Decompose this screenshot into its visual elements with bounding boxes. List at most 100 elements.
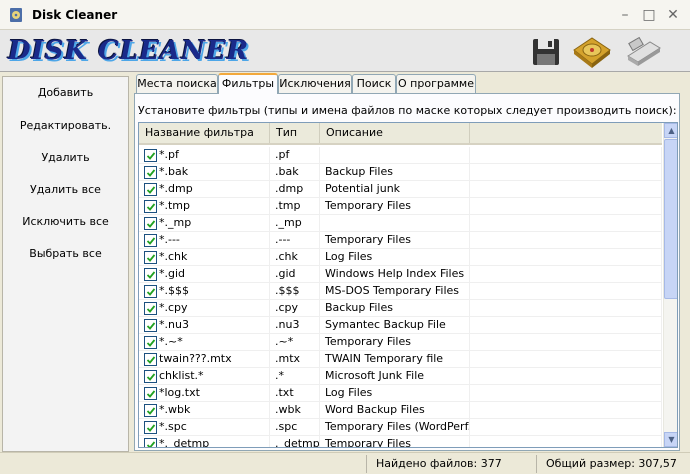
filter-name-cell: *.$$$ <box>139 283 270 300</box>
save-icon[interactable] <box>528 34 564 70</box>
filter-checkbox[interactable] <box>144 234 157 247</box>
filter-type: .* <box>270 368 320 385</box>
table-row[interactable]: *.tmp .tmp Temporary Files <box>139 198 662 215</box>
filter-name: *.--- <box>159 233 180 246</box>
tab-exclusions[interactable]: Исключения <box>278 74 352 93</box>
table-row[interactable]: *.chk .chk Log Files <box>139 249 662 266</box>
disk-icon[interactable] <box>570 34 612 70</box>
filter-description <box>320 215 470 232</box>
delete-all-button[interactable]: Удалить все <box>3 179 128 201</box>
scroll-down-icon[interactable]: ▼ <box>664 432 677 447</box>
table-row[interactable]: *.spc .spc Temporary Files (WordPerf... <box>139 419 662 436</box>
column-header-name[interactable]: Название фильтра <box>139 123 270 143</box>
filter-checkbox[interactable] <box>144 183 157 196</box>
filter-empty-cell <box>470 266 662 283</box>
filter-name-cell: *._mp <box>139 215 270 232</box>
exclude-all-button[interactable]: Исключить все <box>3 211 128 233</box>
instruction-text: Установите фильтры (типы и имена файлов … <box>138 104 677 117</box>
filter-checkbox[interactable] <box>144 353 157 366</box>
table-row[interactable]: twain???.mtx .mtx TWAIN Temporary file <box>139 351 662 368</box>
tab-search-locations[interactable]: Места поиска <box>136 74 218 93</box>
table-row[interactable]: *.cpy .cpy Backup Files <box>139 300 662 317</box>
sidebar: Добавить Редактировать. Удалить Удалить … <box>2 76 129 452</box>
filter-description: Temporary Files <box>320 232 470 249</box>
filter-name: *.~* <box>159 335 183 348</box>
filter-type: .txt <box>270 385 320 402</box>
table-row[interactable]: *.~* .~* Temporary Files <box>139 334 662 351</box>
filter-type: .~* <box>270 334 320 351</box>
table-row[interactable]: *._detmp ._detmp Temporary Files <box>139 436 662 447</box>
filter-name-cell: *.dmp <box>139 181 270 198</box>
vertical-scrollbar[interactable]: ▲ ▼ <box>663 123 677 447</box>
filter-checkbox[interactable] <box>144 319 157 332</box>
filter-empty-cell <box>470 181 662 198</box>
filter-checkbox[interactable] <box>144 370 157 383</box>
filter-checkbox[interactable] <box>144 285 157 298</box>
filter-checkbox[interactable] <box>144 404 157 417</box>
filter-description <box>320 147 470 164</box>
filter-name: *._mp <box>159 216 192 229</box>
app-logo: DISK CLEANER <box>8 36 250 66</box>
filter-checkbox[interactable] <box>144 251 157 264</box>
tab-search[interactable]: Поиск <box>352 74 396 93</box>
filter-description: Windows Help Index Files <box>320 266 470 283</box>
column-header-description[interactable]: Описание <box>320 123 470 143</box>
app-icon <box>10 8 22 22</box>
table-row[interactable]: *.gid .gid Windows Help Index Files <box>139 266 662 283</box>
usb-drive-icon[interactable] <box>622 34 664 70</box>
list-header: Название фильтра Тип Описание <box>139 123 662 145</box>
filter-description: TWAIN Temporary file <box>320 351 470 368</box>
filter-name-cell: chklist.* <box>139 368 270 385</box>
filter-empty-cell <box>470 317 662 334</box>
delete-button[interactable]: Удалить <box>3 147 128 169</box>
scroll-up-icon[interactable]: ▲ <box>664 123 677 138</box>
tab-filters[interactable]: Фильтры <box>218 73 278 94</box>
filter-checkbox[interactable] <box>144 268 157 281</box>
status-separator <box>366 455 367 473</box>
table-row[interactable]: *.wbk .wbk Word Backup Files <box>139 402 662 419</box>
table-row[interactable]: *._mp ._mp <box>139 215 662 232</box>
filter-type: .cpy <box>270 300 320 317</box>
filter-name: *.$$$ <box>159 284 189 297</box>
filter-empty-cell <box>470 419 662 436</box>
filter-type: .pf <box>270 147 320 164</box>
filter-checkbox[interactable] <box>144 200 157 213</box>
filter-checkbox[interactable] <box>144 302 157 315</box>
table-row[interactable]: *.$$$ .$$$ MS-DOS Temporary Files <box>139 283 662 300</box>
table-row[interactable]: *.dmp .dmp Potential junk <box>139 181 662 198</box>
status-bar: Найдено файлов: 377 Общий размер: 307,57 <box>0 452 690 474</box>
select-all-button[interactable]: Выбрать все <box>3 243 128 265</box>
minimize-icon[interactable]: – <box>616 6 634 24</box>
title-bar: Disk Cleaner – □ ✕ <box>0 0 690 30</box>
tab-about[interactable]: О программе <box>396 74 476 93</box>
table-row[interactable]: chklist.* .* Microsoft Junk File <box>139 368 662 385</box>
edit-button[interactable]: Редактировать. <box>3 115 128 137</box>
table-row[interactable]: *log.txt .txt Log Files <box>139 385 662 402</box>
table-row[interactable]: *.nu3 .nu3 Symantec Backup File <box>139 317 662 334</box>
table-row[interactable]: *.bak .bak Backup Files <box>139 164 662 181</box>
filter-name-cell: *._detmp <box>139 436 270 447</box>
filter-checkbox[interactable] <box>144 149 157 162</box>
add-button[interactable]: Добавить <box>3 82 128 104</box>
scroll-thumb[interactable] <box>664 139 677 299</box>
filter-checkbox[interactable] <box>144 438 157 447</box>
filter-empty-cell <box>470 368 662 385</box>
filter-name: *.gid <box>159 267 186 280</box>
filter-checkbox[interactable] <box>144 166 157 179</box>
table-row[interactable]: *.--- .--- Temporary Files <box>139 232 662 249</box>
table-row[interactable]: *.pf .pf <box>139 147 662 164</box>
filter-name-cell: *.bak <box>139 164 270 181</box>
filter-checkbox[interactable] <box>144 217 157 230</box>
filter-checkbox[interactable] <box>144 421 157 434</box>
filter-name-cell: *.wbk <box>139 402 270 419</box>
column-header-type[interactable]: Тип <box>270 123 320 143</box>
filter-description: Backup Files <box>320 164 470 181</box>
filter-checkbox[interactable] <box>144 336 157 349</box>
filter-name-cell: twain???.mtx <box>139 351 270 368</box>
filter-name: *.spc <box>159 420 187 433</box>
maximize-icon[interactable]: □ <box>640 6 658 24</box>
filter-empty-cell <box>470 215 662 232</box>
filter-checkbox[interactable] <box>144 387 157 400</box>
filter-description: Backup Files <box>320 300 470 317</box>
close-icon[interactable]: ✕ <box>664 6 682 24</box>
